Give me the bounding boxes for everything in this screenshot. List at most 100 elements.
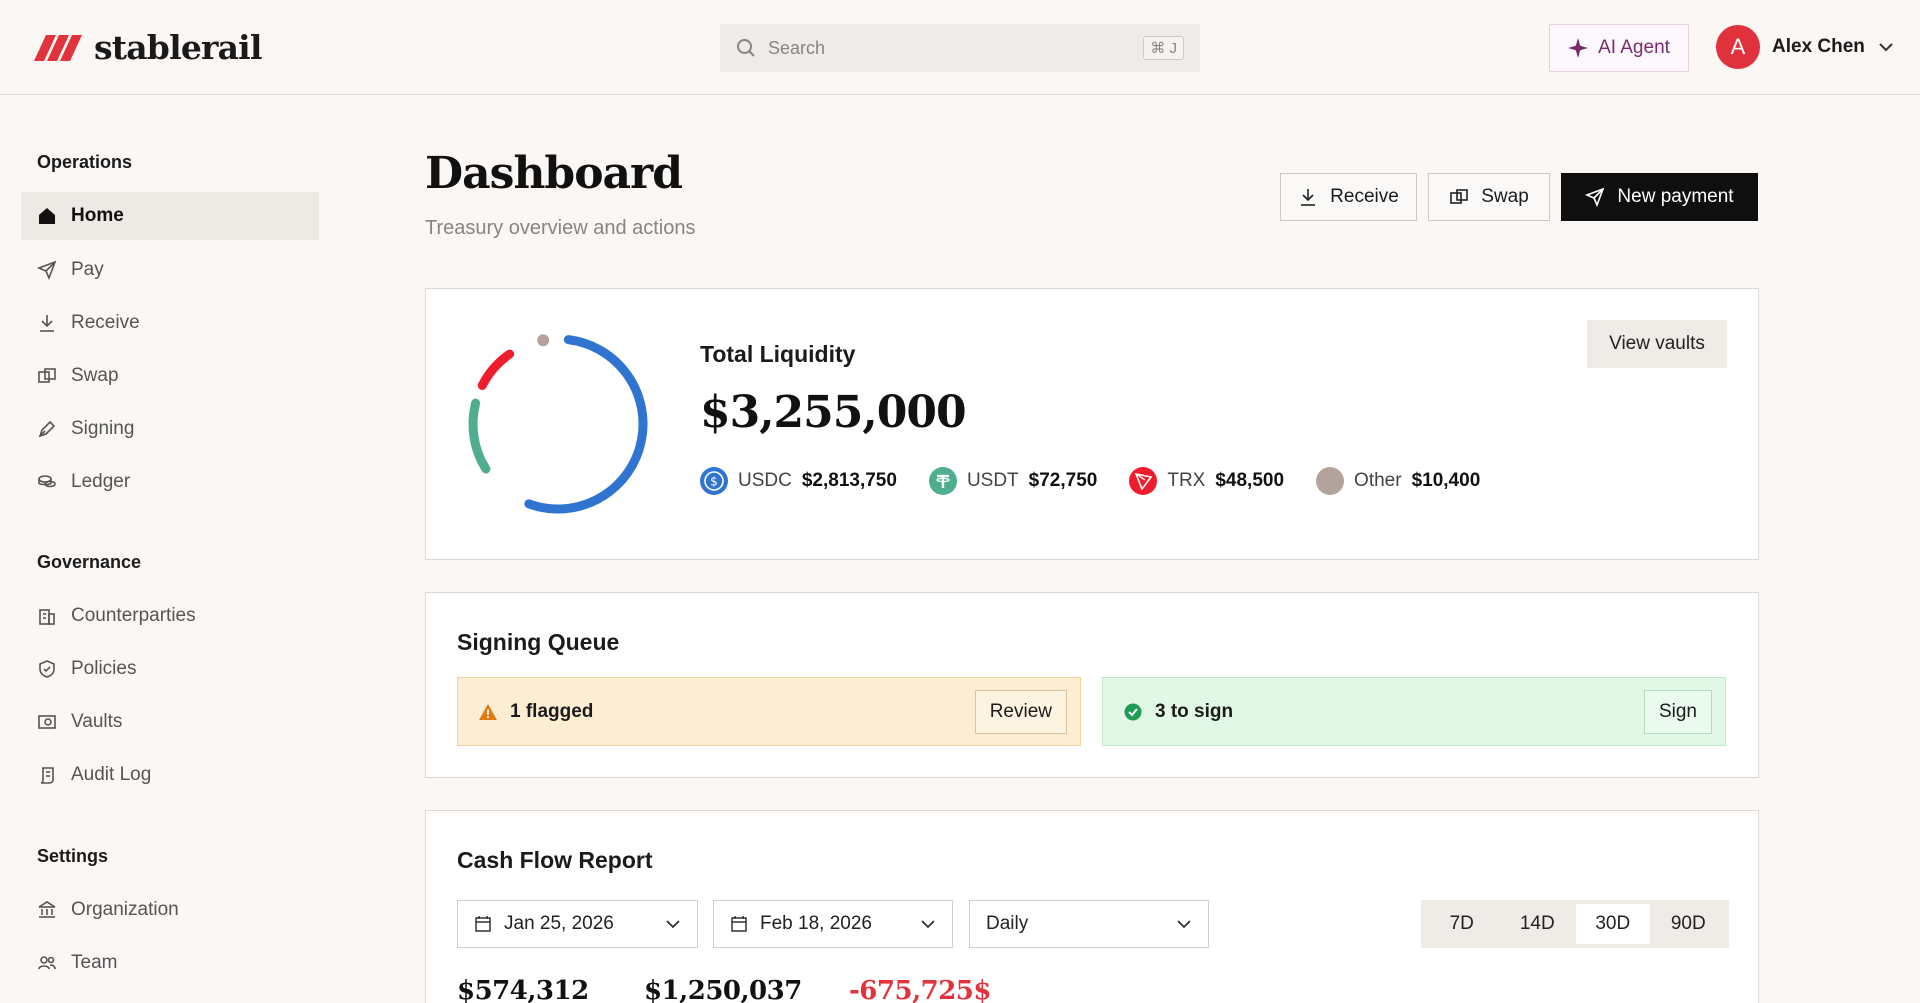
range-30d[interactable]: 30D <box>1576 904 1650 944</box>
warning-icon <box>479 703 497 720</box>
logo[interactable]: stablerail <box>34 28 262 67</box>
asset-name: Other <box>1354 470 1402 491</box>
asset-name: USDT <box>966 470 1019 491</box>
search-icon <box>737 39 755 57</box>
ai-agent-button[interactable]: AI Agent <box>1549 24 1689 72</box>
shield-check-icon <box>39 660 55 678</box>
sidebar-item-label: Swap <box>71 365 119 386</box>
sidebar-item-counterparties[interactable]: Counterparties <box>21 592 319 640</box>
review-button[interactable]: Review <box>974 689 1067 734</box>
asset-trx: TRX $48,500 <box>1129 467 1284 495</box>
interval-value: Daily <box>986 913 1029 934</box>
top-bar: stablerail Search ⌘ J AI Agent A Alex Ch… <box>0 0 1920 95</box>
view-vaults-button[interactable]: View vaults <box>1587 320 1727 368</box>
logo-mark-icon <box>34 34 82 61</box>
sidebar: Operations Home Pay Receive Swap Signing… <box>0 96 340 1003</box>
calendar-icon <box>731 916 747 932</box>
liquidity-amount: $3,255,000 <box>700 387 967 438</box>
usdt-icon <box>928 467 957 495</box>
asset-value: $2,813,750 <box>801 470 897 491</box>
calendar-icon <box>475 916 491 932</box>
asset-name: TRX <box>1167 470 1206 491</box>
cash-flow-metric: -675,725$ <box>849 976 991 1003</box>
range-7d[interactable]: 7D <box>1425 904 1499 944</box>
scroll-icon <box>40 767 54 784</box>
section-governance: Governance <box>37 552 142 572</box>
cash-flow-title: Cash Flow Report <box>457 847 653 873</box>
flagged-label: 1 flagged <box>510 700 594 722</box>
building-icon <box>39 609 55 625</box>
donut-segment-other <box>537 334 550 347</box>
sidebar-item-label: Policies <box>71 658 137 679</box>
ai-agent-label: AI Agent <box>1598 37 1670 58</box>
sidebar-item-vaults[interactable]: Vaults <box>21 698 319 746</box>
swap-button-label: Swap <box>1481 186 1529 207</box>
sidebar-item-label: Counterparties <box>71 605 196 626</box>
download-icon <box>40 315 54 332</box>
asset-usdt: USDT $72,750 <box>928 467 1097 495</box>
section-operations: Operations <box>37 152 133 172</box>
donut-segment-trx <box>468 334 648 514</box>
swap-icon <box>38 368 56 383</box>
sidebar-item-home[interactable]: Home <box>21 192 319 240</box>
page-subtitle: Treasury overview and actions <box>425 217 696 239</box>
liquidity-donut <box>468 334 648 514</box>
cash-flow-metric: $574,312 <box>457 976 589 1003</box>
new-payment-button[interactable]: New payment <box>1561 173 1758 221</box>
interval-select[interactable]: Daily <box>969 900 1209 948</box>
swap-button[interactable]: Swap <box>1428 173 1550 221</box>
flagged-queue-item: 1 flagged Review <box>457 677 1081 746</box>
send-icon <box>1585 187 1605 207</box>
sidebar-item-policies[interactable]: Policies <box>21 645 319 693</box>
home-icon <box>39 208 55 224</box>
sidebar-item-pay[interactable]: Pay <box>21 246 319 294</box>
receive-button[interactable]: Receive <box>1280 173 1417 221</box>
sidebar-item-label: Receive <box>71 312 140 333</box>
sidebar-item-audit-log[interactable]: Audit Log <box>21 751 319 799</box>
asset-value: $48,500 <box>1215 470 1285 491</box>
end-date-picker[interactable]: Feb 18, 2026 <box>713 900 953 948</box>
chevron-down-icon <box>921 920 935 929</box>
logo-text: stablerail <box>94 28 262 67</box>
to-sign-label: 3 to sign <box>1155 700 1234 722</box>
range-14d[interactable]: 14D <box>1501 904 1575 944</box>
sidebar-item-label: Signing <box>71 418 135 439</box>
search-input[interactable]: Search ⌘ J <box>720 24 1200 72</box>
to-sign-queue-item: 3 to sign Sign <box>1102 677 1726 746</box>
sidebar-item-label: Team <box>71 952 118 973</box>
sidebar-item-label: Vaults <box>71 711 123 732</box>
start-date-value: Jan 25, 2026 <box>504 913 614 934</box>
sidebar-item-receive[interactable]: Receive <box>21 299 319 347</box>
liquidity-title: Total Liquidity <box>700 341 856 367</box>
sidebar-item-swap[interactable]: Swap <box>21 352 319 400</box>
pen-icon <box>38 420 56 438</box>
swap-icon <box>1450 189 1469 204</box>
section-settings: Settings <box>37 846 109 866</box>
asset-usdc: $ USDC $2,813,750 <box>700 467 897 495</box>
users-icon <box>38 956 56 970</box>
sidebar-item-organization[interactable]: Organization <box>21 886 319 934</box>
svg-text:$: $ <box>710 475 718 489</box>
cash-flow-metric: $1,250,037 <box>644 976 802 1003</box>
send-icon <box>37 260 57 280</box>
range-90d[interactable]: 90D <box>1652 904 1726 944</box>
liquidity-card: Total Liquidity $3,255,000 $ USDC $2,813… <box>425 288 1759 560</box>
chevron-down-icon <box>1177 920 1191 929</box>
sparkle-icon <box>1568 38 1589 58</box>
sidebar-item-label: Pay <box>71 259 104 280</box>
asset-other: Other $10,400 <box>1316 467 1480 495</box>
asset-name: USDC <box>738 470 792 491</box>
sidebar-item-ledger[interactable]: Ledger <box>21 458 319 506</box>
chevron-down-icon <box>666 920 680 929</box>
sidebar-item-team[interactable]: Team <box>21 939 319 987</box>
sign-button[interactable]: Sign <box>1643 689 1712 734</box>
sidebar-item-signing[interactable]: Signing <box>21 405 319 453</box>
start-date-picker[interactable]: Jan 25, 2026 <box>457 900 698 948</box>
user-name: Alex Chen <box>1772 36 1865 57</box>
signing-queue-title: Signing Queue <box>457 629 620 655</box>
cash-flow-card: Cash Flow Report Jan 25, 2026 Feb 18, 20… <box>425 810 1759 1003</box>
coins-icon <box>38 475 56 488</box>
user-menu[interactable]: A Alex Chen <box>1716 25 1895 69</box>
end-date-value: Feb 18, 2026 <box>760 913 872 934</box>
usdc-icon: $ <box>700 467 728 495</box>
